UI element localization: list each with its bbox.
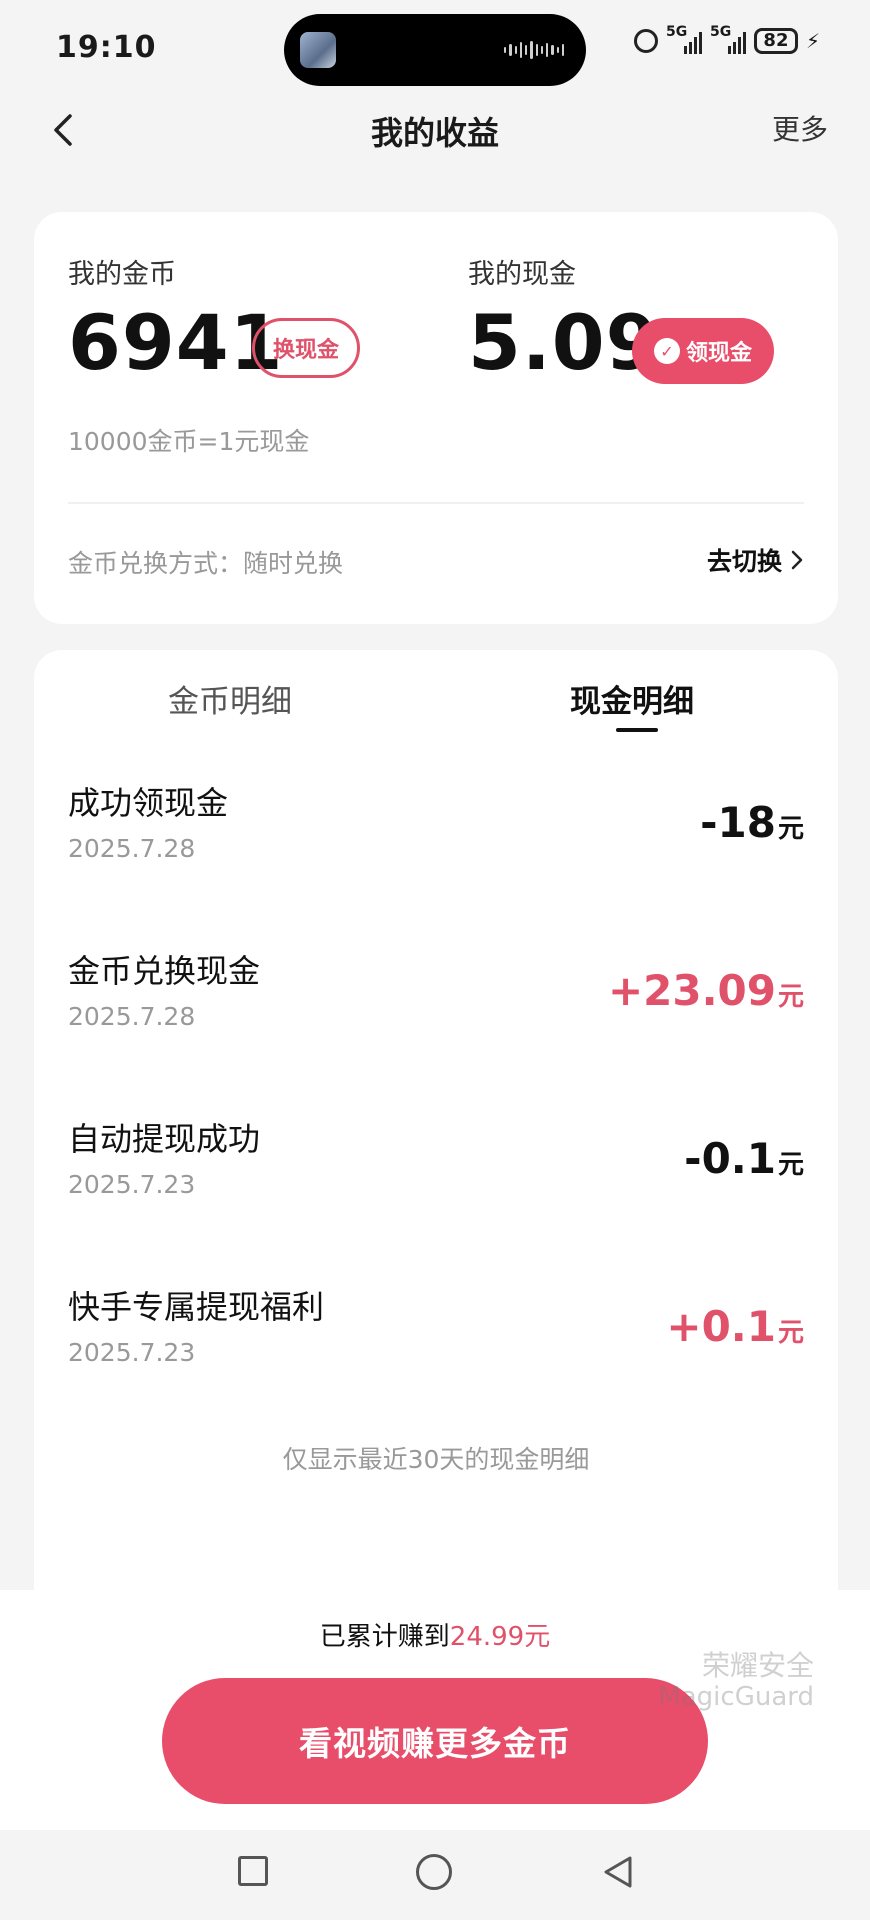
status-time: 19:10 (56, 30, 157, 65)
record-name: 自动提现成功 (68, 1120, 261, 1158)
check-icon: ✓ (653, 338, 680, 364)
earned-amount: 24.99元 (449, 1622, 551, 1652)
switch-label: 去切换 (706, 547, 782, 576)
list-item: 成功领现金 2025.7.28 -18元 (34, 778, 838, 908)
record-amount: +0.1元 (666, 1302, 804, 1351)
system-nav-bar (0, 1830, 870, 1920)
home-icon[interactable] (416, 1854, 452, 1890)
list-item: 自动提现成功 2025.7.23 -0.1元 (34, 1114, 838, 1244)
watermark: 荣耀安全 (701, 1649, 814, 1682)
earned-prefix: 已累计赚到 (319, 1622, 450, 1652)
list-item: 快手专属提现福利 2025.7.23 +0.1元 (34, 1282, 838, 1412)
record-name: 金币兑换现金 (68, 952, 261, 990)
record-name: 快手专属提现福利 (68, 1288, 325, 1326)
status-bar: 19:10 5G 5G 82 ⚡ (0, 0, 870, 100)
amount-unit: 元 (777, 814, 804, 844)
exchange-rate: 10000金币=1元现金 (68, 427, 310, 456)
tab-cash-details[interactable]: 现金明细 (570, 676, 694, 721)
list-footnote: 仅显示最近30天的现金明细 (282, 1445, 590, 1474)
record-date: 2025.7.28 (68, 834, 196, 863)
balance-card: 我的金币 6941 换现金 我的现金 5.09 ✓ 领现金 10000金币=1元… (34, 212, 838, 624)
signal-icon: 5G (710, 24, 746, 54)
exchange-method: 金币兑换方式：随时兑换 (68, 549, 344, 578)
chevron-right-icon (791, 550, 803, 570)
divider (68, 502, 804, 504)
amount-unit: 元 (777, 982, 804, 1012)
record-date: 2025.7.28 (68, 1002, 196, 1031)
amount-value: +23.09 (607, 966, 776, 1015)
record-amount: -18元 (700, 798, 804, 847)
media-thumbnail (300, 32, 336, 68)
recent-apps-icon[interactable] (238, 1856, 268, 1886)
coins-value: 6941 (68, 298, 284, 387)
switch-method-button[interactable]: 去切换 (707, 542, 804, 578)
back-nav-icon[interactable] (598, 1852, 638, 1892)
watermark: MagicGuard (658, 1682, 814, 1712)
nav-header: 我的收益 更多 (0, 100, 870, 160)
record-amount: +23.09元 (608, 966, 804, 1015)
alarm-icon (633, 29, 658, 53)
dynamic-island[interactable] (284, 14, 586, 86)
network-label: 5G (665, 24, 688, 40)
more-button[interactable]: 更多 (772, 108, 828, 148)
amount-value: -18 (700, 798, 776, 847)
record-date: 2025.7.23 (68, 1338, 196, 1367)
system-icons: 5G 5G 82 ⚡ (633, 24, 820, 54)
claim-cash-button[interactable]: ✓ 领现金 (632, 318, 774, 384)
page-title: 我的收益 (370, 114, 499, 152)
cash-value: 5.09 (468, 298, 660, 387)
cash-label: 我的现金 (468, 259, 576, 290)
exchange-cash-button[interactable]: 换现金 (252, 318, 360, 378)
amount-unit: 元 (777, 1318, 804, 1348)
network-label: 5G (709, 24, 732, 40)
record-amount: -0.1元 (684, 1134, 804, 1183)
active-tab-indicator (616, 728, 658, 732)
tab-coin-details[interactable]: 金币明细 (168, 676, 292, 721)
record-date: 2025.7.23 (68, 1170, 196, 1199)
details-card: 金币明细 现金明细 成功领现金 2025.7.28 -18元 金币兑换现金 20… (34, 650, 838, 1650)
claim-cash-label: 领现金 (685, 341, 752, 366)
charging-icon: ⚡ (805, 29, 820, 53)
audio-wave-icon (504, 40, 564, 60)
watch-video-button[interactable]: 看视频赚更多金币 (162, 1678, 708, 1804)
amount-value: +0.1 (666, 1302, 776, 1351)
coins-label: 我的金币 (68, 259, 176, 290)
signal-icon: 5G (666, 24, 702, 54)
battery-icon: 82 (753, 28, 798, 54)
amount-unit: 元 (777, 1150, 804, 1180)
record-name: 成功领现金 (68, 784, 229, 822)
amount-value: -0.1 (684, 1134, 776, 1183)
list-item: 金币兑换现金 2025.7.28 +23.09元 (34, 946, 838, 1076)
bottom-bar: 已累计赚到24.99元 看视频赚更多金币 荣耀安全 MagicGuard (0, 1590, 870, 1830)
